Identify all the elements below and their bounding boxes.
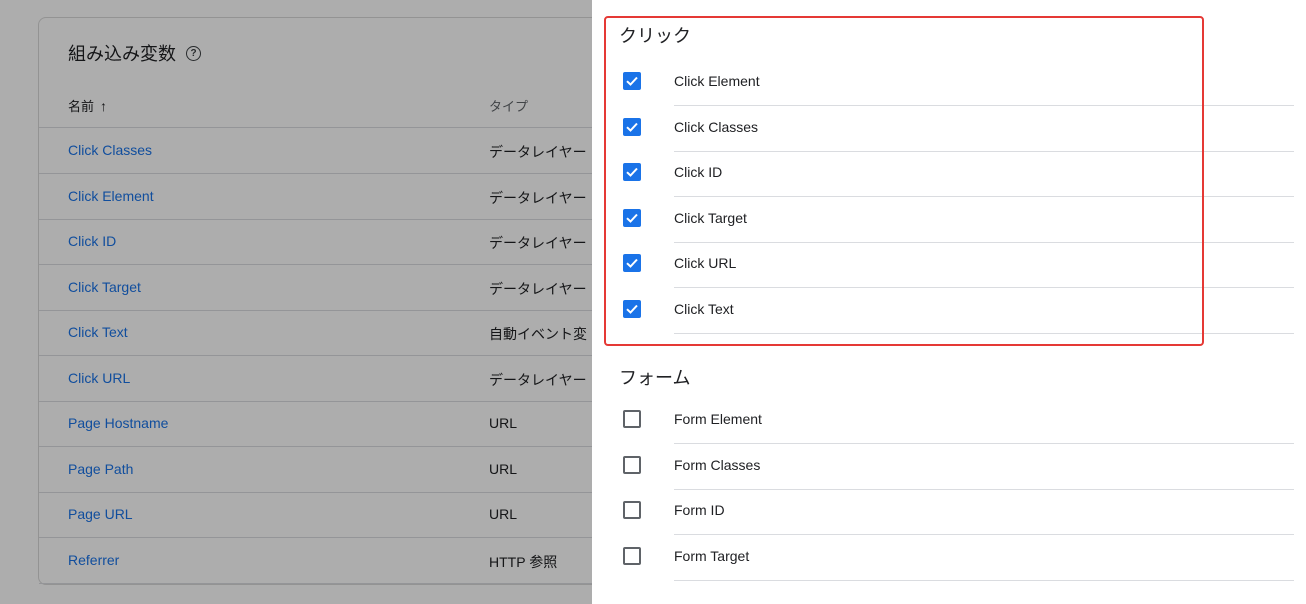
checkbox-item[interactable]: Form Target [592,535,1306,581]
divider [674,579,1294,581]
checkbox-item[interactable]: Form Classes [592,444,1306,490]
checkbox-unchecked[interactable] [623,455,641,474]
checkbox-label: Form Classes [674,456,761,473]
modal-overlay[interactable] [0,0,592,604]
checkbox-unchecked[interactable] [623,546,641,565]
checkbox-unchecked[interactable] [623,501,641,520]
click-section-highlight [604,16,1204,346]
checkbox-label: Form Element [674,411,762,427]
checkbox-item[interactable]: Form Element [592,398,1306,444]
checkbox-label: Form Target [674,547,750,564]
checkbox-label: Form ID [674,502,725,519]
section-title-form: フォーム [619,368,691,388]
variable-config-panel: クリック Click Element Click Classes Click ID C… [592,0,1306,604]
checkbox-item[interactable]: Form ID [592,489,1306,536]
checkbox-unchecked[interactable] [623,410,641,428]
